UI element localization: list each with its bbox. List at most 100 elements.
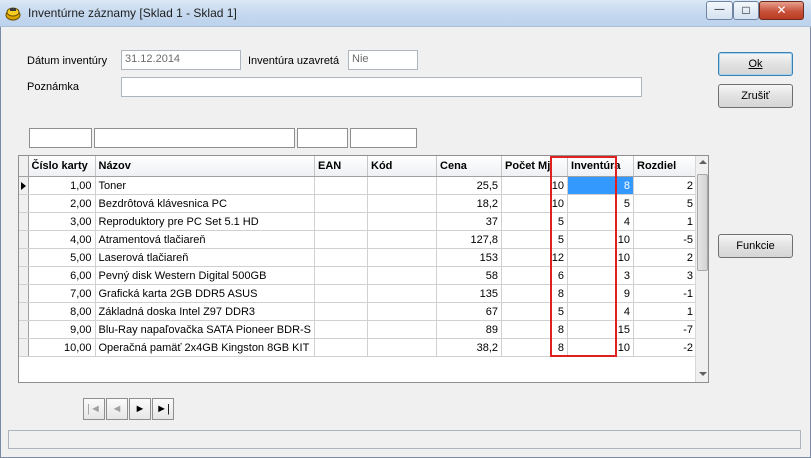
qty-cell[interactable]: 10 — [501, 176, 569, 195]
filter-name-input[interactable] — [94, 128, 295, 148]
code-cell[interactable] — [367, 194, 438, 213]
note-field[interactable] — [121, 77, 642, 97]
diff-cell[interactable]: -2 — [633, 338, 698, 357]
name-cell[interactable]: Toner — [95, 176, 316, 195]
qty-cell[interactable]: 12 — [501, 248, 569, 267]
closed-field[interactable]: Nie — [348, 50, 418, 70]
qty-cell[interactable]: 5 — [501, 302, 569, 321]
code-cell[interactable] — [367, 320, 438, 339]
ean-cell[interactable] — [314, 338, 369, 357]
code-cell[interactable] — [367, 338, 438, 357]
inventory-cell[interactable]: 10 — [567, 338, 635, 357]
table-row[interactable]: 5,00 Laserová tlačiareň 153 12 10 2 — [19, 248, 698, 267]
card-cell[interactable]: 4,00 — [28, 230, 96, 249]
code-cell[interactable] — [367, 284, 438, 303]
diff-cell[interactable]: -7 — [633, 320, 698, 339]
card-cell[interactable]: 8,00 — [28, 302, 96, 321]
card-cell[interactable]: 1,00 — [28, 176, 96, 195]
name-cell[interactable]: Základná doska Intel Z97 DDR3 — [95, 302, 316, 321]
column-header-inventory[interactable]: Inventúra — [567, 156, 635, 177]
diff-cell[interactable]: -1 — [633, 284, 698, 303]
ean-cell[interactable] — [314, 194, 369, 213]
functions-button[interactable]: Funkcie — [718, 234, 793, 258]
column-header-ean[interactable]: EAN — [314, 156, 369, 177]
diff-cell[interactable]: 2 — [633, 176, 698, 195]
inventory-cell[interactable]: 3 — [567, 266, 635, 285]
card-cell[interactable]: 3,00 — [28, 212, 96, 231]
name-cell[interactable]: Pevný disk Western Digital 500GB — [95, 266, 316, 285]
price-cell[interactable]: 18,2 — [436, 194, 503, 213]
ean-cell[interactable] — [314, 212, 369, 231]
column-header-price[interactable]: Cena — [436, 156, 503, 177]
name-cell[interactable]: Bezdrôtová klávesnica PC — [95, 194, 316, 213]
inventory-cell[interactable]: 15 — [567, 320, 635, 339]
inventory-cell[interactable]: 10 — [567, 230, 635, 249]
code-cell[interactable] — [367, 230, 438, 249]
table-row[interactable]: 2,00 Bezdrôtová klávesnica PC 18,2 10 5 5 — [19, 194, 698, 213]
table-row[interactable]: 7,00 Grafická karta 2GB DDR5 ASUS 135 8 9 -1 — [19, 284, 698, 303]
ean-cell[interactable] — [314, 284, 369, 303]
filter-code-input[interactable] — [350, 128, 417, 148]
nav-next-button[interactable]: ► — [129, 398, 151, 420]
price-cell[interactable]: 153 — [436, 248, 503, 267]
column-header-card[interactable]: Číslo karty — [28, 156, 96, 177]
nav-last-button[interactable]: ►| — [152, 398, 174, 420]
table-row[interactable]: 3,00 Reproduktory pre PC Set 5.1 HD 37 5 4 1 — [19, 212, 698, 231]
table-row[interactable]: 4,00 Atramentová tlačiareň 127,8 5 10 -5 — [19, 230, 698, 249]
column-header-diff[interactable]: Rozdiel — [633, 156, 698, 177]
card-cell[interactable]: 9,00 — [28, 320, 96, 339]
close-button[interactable]: ✕ — [759, 1, 804, 20]
price-cell[interactable]: 67 — [436, 302, 503, 321]
nav-prev-button[interactable]: ◄ — [106, 398, 128, 420]
filter-card-input[interactable] — [29, 128, 92, 148]
qty-cell[interactable]: 8 — [501, 320, 569, 339]
nav-first-button[interactable]: |◄ — [83, 398, 105, 420]
inventory-cell[interactable]: 4 — [567, 212, 635, 231]
code-cell[interactable] — [367, 248, 438, 267]
qty-cell[interactable]: 10 — [501, 194, 569, 213]
code-cell[interactable] — [367, 212, 438, 231]
column-header-code[interactable]: Kód — [367, 156, 438, 177]
table-row[interactable]: 6,00 Pevný disk Western Digital 500GB 58 6 3… — [19, 266, 698, 285]
code-cell[interactable] — [367, 176, 438, 195]
table-row[interactable]: 8,00 Základná doska Intel Z97 DDR3 67 5 4 1 — [19, 302, 698, 321]
diff-cell[interactable]: -5 — [633, 230, 698, 249]
price-cell[interactable]: 37 — [436, 212, 503, 231]
name-cell[interactable]: Grafická karta 2GB DDR5 ASUS — [95, 284, 316, 303]
name-cell[interactable]: Operačná pamäť 2x4GB Kingston 8GB KIT — [95, 338, 316, 357]
price-cell[interactable]: 38,2 — [436, 338, 503, 357]
diff-cell[interactable]: 2 — [633, 248, 698, 267]
card-cell[interactable]: 2,00 — [28, 194, 96, 213]
inventory-cell[interactable]: 10 — [567, 248, 635, 267]
diff-cell[interactable]: 1 — [633, 212, 698, 231]
ean-cell[interactable] — [314, 320, 369, 339]
card-cell[interactable]: 6,00 — [28, 266, 96, 285]
qty-cell[interactable]: 8 — [501, 284, 569, 303]
price-cell[interactable]: 58 — [436, 266, 503, 285]
qty-cell[interactable]: 5 — [501, 212, 569, 231]
diff-cell[interactable]: 5 — [633, 194, 698, 213]
scroll-thumb[interactable] — [697, 174, 708, 271]
filter-ean-input[interactable] — [297, 128, 348, 148]
price-cell[interactable]: 135 — [436, 284, 503, 303]
table-row[interactable]: 1,00 Toner 25,5 10 8 2 — [19, 176, 698, 195]
inventory-cell[interactable]: 9 — [567, 284, 635, 303]
price-cell[interactable]: 127,8 — [436, 230, 503, 249]
inventory-cell[interactable]: 8 — [567, 176, 635, 195]
card-cell[interactable]: 5,00 — [28, 248, 96, 267]
date-field[interactable]: 31.12.2014 — [121, 50, 241, 70]
code-cell[interactable] — [367, 302, 438, 321]
ok-button[interactable]: Ok — [718, 52, 793, 76]
table-row[interactable]: 9,00 Blu-Ray napaľovačka SATA Pioneer BDR… — [19, 320, 698, 339]
ean-cell[interactable] — [314, 302, 369, 321]
grid-vertical-scrollbar[interactable] — [695, 156, 708, 382]
ean-cell[interactable] — [314, 266, 369, 285]
code-cell[interactable] — [367, 266, 438, 285]
column-header-name[interactable]: Názov — [95, 156, 316, 177]
name-cell[interactable]: Atramentová tlačiareň — [95, 230, 316, 249]
minimize-button[interactable]: — — [706, 1, 733, 20]
qty-cell[interactable]: 8 — [501, 338, 569, 357]
diff-cell[interactable]: 3 — [633, 266, 698, 285]
ean-cell[interactable] — [314, 248, 369, 267]
ean-cell[interactable] — [314, 230, 369, 249]
